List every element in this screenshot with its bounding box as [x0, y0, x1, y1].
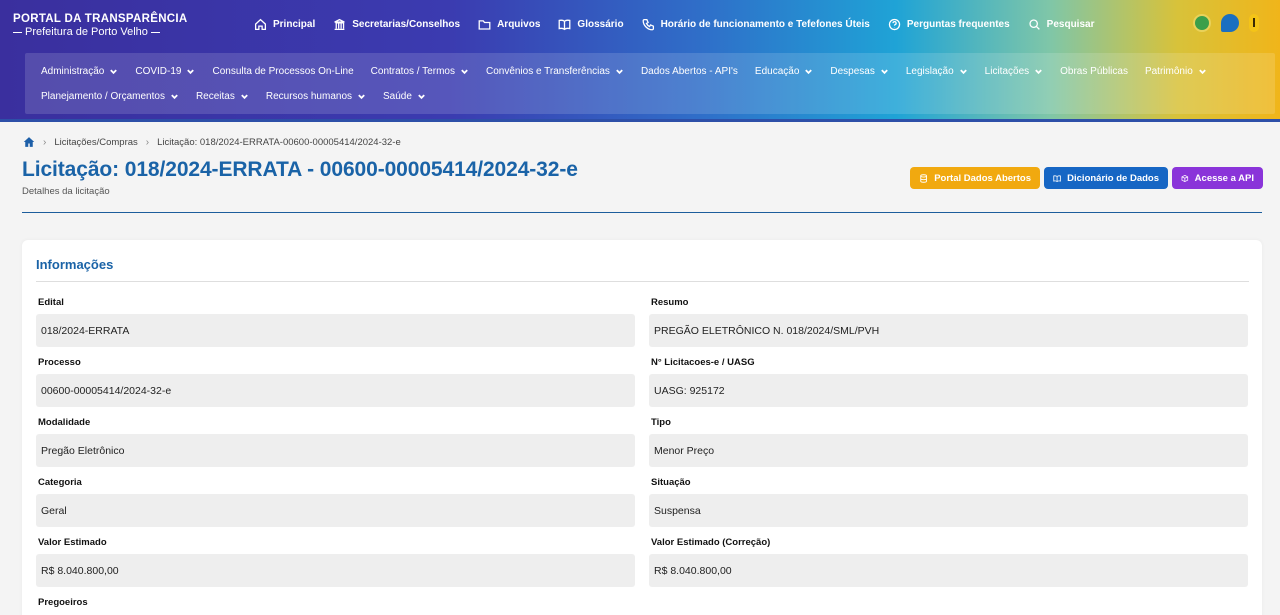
portal-logo[interactable]: PORTAL DA TRANSPARÊNCIA Prefeitura de Po… [13, 13, 188, 38]
chevron-right-icon: › [145, 136, 150, 148]
chevron-down-icon [358, 94, 365, 99]
resumo-label: Resumo [651, 297, 689, 308]
government-seal-icon[interactable] [1193, 14, 1211, 32]
situacao-value: Suspensa [649, 494, 1248, 527]
chat-icon[interactable] [1221, 14, 1239, 32]
main-menu: Administração COVID-19 Consulta de Process… [25, 53, 1275, 114]
book-icon [1053, 174, 1061, 182]
edital-value: 018/2024-ERRATA [36, 314, 635, 347]
nav-pesquisar[interactable]: Pesquisar [1028, 15, 1094, 33]
chevron-down-icon [881, 69, 888, 74]
chevron-down-icon [805, 69, 813, 74]
logo-subtitle: Prefeitura de Porto Velho [25, 26, 148, 38]
menu-item-covid-19[interactable]: COVID-19 [135, 63, 195, 79]
menu-item-receitas[interactable]: Receitas [196, 88, 249, 104]
top-nav: Principal Secretarias/Conselhos Arquivos… [254, 15, 1094, 33]
modalidade-value: Pregão Eletrônico [36, 434, 635, 467]
info-icon[interactable] [1249, 14, 1259, 32]
search-icon [1029, 18, 1040, 30]
nav-horario[interactable]: Horário de funcionamento e Tefefones Úte… [642, 15, 870, 33]
main-menu-row-1: Administração COVID-19 Consulta de Process… [41, 63, 1224, 79]
database-icon [920, 173, 927, 183]
menu-item-consulta-de-processos-on-line[interactable]: Consulta de Processos On-Line [212, 63, 353, 79]
header-shortcuts [1193, 14, 1259, 32]
chevron-down-icon [616, 69, 623, 74]
pregoeiros-label: Pregoeiros [38, 597, 88, 608]
menu-item-saude[interactable]: Saúde [383, 88, 426, 104]
menu-item-recursos-humanos[interactable]: Recursos humanos [266, 88, 366, 104]
menu-item-dados-abertos-api-s[interactable]: Dados Abertos - API's [641, 63, 738, 79]
home-icon [254, 18, 267, 30]
menu-item-obras-publicas[interactable]: Obras Públicas [1060, 63, 1128, 79]
chevron-down-icon [959, 69, 967, 74]
menu-item-despesas[interactable]: Despesas [830, 63, 888, 79]
menu-item-legislacao[interactable]: Legislação [906, 63, 968, 79]
home-icon[interactable] [23, 136, 35, 148]
modalidade-label: Modalidade [38, 417, 91, 428]
portal-dados-abertos-button[interactable]: Portal Dados Abertos [910, 167, 1040, 189]
menu-item-planejamento-orcamentos[interactable]: Planejamento / Orçamentos [41, 88, 179, 104]
book-icon [558, 19, 571, 30]
info-card: Informações Edital 018/2024-ERRATA Resum… [22, 240, 1262, 615]
info-card-title: Informações [36, 257, 114, 272]
menu-item-convenios-e-transferencias[interactable]: Convênios e Transferências [486, 63, 624, 79]
valor-correcao-value: R$ 8.040.800,00 [649, 554, 1248, 587]
edital-label: Edital [38, 297, 64, 308]
situacao-label: Situação [651, 477, 691, 488]
uasg-label: N° Licitacoes-e / UASG [651, 357, 755, 368]
menu-item-educacao[interactable]: Educação [755, 63, 813, 79]
breadcrumb-current: Licitação: 018/2024-ERRATA-00600-0000541… [157, 136, 401, 148]
breadcrumb: › Licitações/Compras › Licitação: 018/20… [23, 136, 401, 148]
nav-secretarias[interactable]: Secretarias/Conselhos [333, 15, 460, 33]
chevron-down-icon [110, 69, 118, 74]
page-subtitle: Detalhes da licitação [22, 186, 110, 197]
valor-correcao-label: Valor Estimado (Correção) [651, 537, 771, 548]
site-header: PORTAL DA TRANSPARÊNCIA Prefeitura de Po… [0, 0, 1280, 122]
chevron-down-icon [418, 94, 425, 99]
processo-label: Processo [38, 357, 81, 368]
help-icon [888, 18, 901, 30]
chevron-down-icon [1035, 69, 1042, 74]
dicionario-de-dados-button[interactable]: Dicionário de Dados [1044, 167, 1168, 189]
folder-icon [478, 19, 491, 30]
chevron-down-icon [187, 69, 195, 74]
menu-item-licitacoes[interactable]: Licitações [985, 63, 1043, 79]
menu-item-contratos-termos[interactable]: Contratos / Termos [371, 63, 469, 79]
chevron-down-icon [1198, 69, 1206, 74]
menu-item-patrimonio[interactable]: Patrimônio [1145, 63, 1207, 79]
categoria-value: Geral [36, 494, 635, 527]
tipo-label: Tipo [651, 417, 671, 428]
chevron-down-icon [461, 69, 468, 74]
nav-perguntas[interactable]: Perguntas frequentes [888, 15, 1010, 33]
menu-item-administracao[interactable]: Administração [41, 63, 118, 79]
nav-principal[interactable]: Principal [254, 15, 315, 33]
cube-icon [1181, 174, 1189, 182]
valor-estimado-value: R$ 8.040.800,00 [36, 554, 635, 587]
chevron-right-icon: › [43, 136, 47, 148]
logo-title: PORTAL DA TRANSPARÊNCIA [13, 13, 188, 25]
tipo-value: Menor Preço [649, 434, 1248, 467]
info-card-divider [36, 281, 1249, 282]
valor-estimado-label: Valor Estimado [38, 537, 107, 548]
nav-glossario[interactable]: Glossário [558, 15, 624, 33]
building-icon [334, 18, 345, 30]
uasg-value: UASG: 925172 [649, 374, 1248, 407]
processo-value: 00600-00005414/2024-32-e [36, 374, 635, 407]
resumo-value: PREGÃO ELETRÔNICO N. 018/2024/SML/PVH [649, 314, 1248, 347]
categoria-label: Categoria [38, 477, 82, 488]
chevron-down-icon [171, 94, 178, 99]
page-title: Licitação: 018/2024-ERRATA - 00600-00005… [22, 158, 578, 181]
breadcrumb-licitacoes[interactable]: Licitações/Compras [54, 137, 137, 148]
header-divider [22, 212, 1262, 213]
acesse-api-button[interactable]: Acesse a API [1172, 167, 1263, 189]
page-actions: Portal Dados Abertos Dicionário de Dados… [910, 167, 1263, 189]
main-menu-row-2: Planejamento / Orçamentos Receitas Recurso… [41, 88, 443, 104]
nav-arquivos[interactable]: Arquivos [478, 15, 540, 33]
chevron-down-icon [241, 94, 248, 99]
phone-icon [642, 18, 654, 30]
